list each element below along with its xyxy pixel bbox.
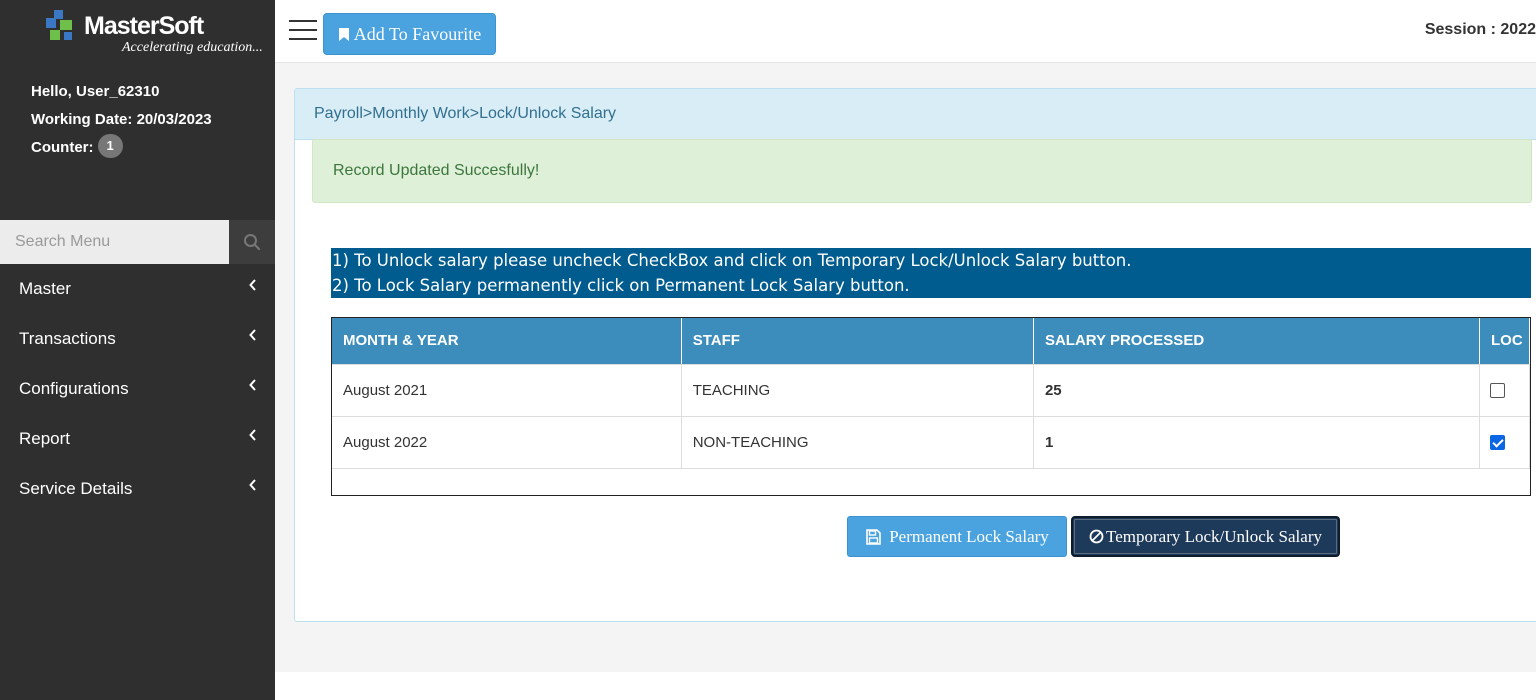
search-button[interactable] <box>229 220 275 264</box>
permanent-lock-salary-button[interactable]: Permanent Lock Salary <box>847 516 1067 557</box>
column-header-salary-processed: SALARY PROCESSED <box>1033 318 1481 365</box>
sidebar-item-label: Report <box>19 429 71 448</box>
cell-salary-processed: 1 <box>1033 416 1481 469</box>
instruction-line-2: 2) To Lock Salary permanently click on P… <box>332 276 910 295</box>
counter-label: Counter: <box>31 139 94 156</box>
counter-row: Counter: 1 <box>31 134 212 162</box>
temporary-lock-label: Temporary Lock/Unlock Salary <box>1106 526 1322 546</box>
salary-table-container: MONTH & YEAR STAFF SALARY PROCESSED LOC … <box>331 317 1531 496</box>
bookmark-icon <box>338 27 349 41</box>
table-row: August 2021 TEACHING 25 <box>332 364 1530 417</box>
cell-staff: NON-TEACHING <box>681 416 1034 469</box>
sidebar-item-label: Master <box>19 279 71 298</box>
chevron-left-icon <box>249 279 256 291</box>
success-alert: Record Updated Succesfully! <box>312 139 1532 203</box>
column-header-month-year: MONTH & YEAR <box>332 318 682 365</box>
cell-staff: TEACHING <box>681 364 1034 417</box>
sidebar: MasterSoft Accelerating education... Hel… <box>0 0 275 700</box>
temporary-lock-unlock-button[interactable]: Temporary Lock/Unlock Salary <box>1071 516 1340 557</box>
save-icon <box>866 528 882 545</box>
brand-tagline: Accelerating education... <box>122 40 263 55</box>
session-info: Session : 2022 <box>1424 21 1536 38</box>
counter-badge: 1 <box>97 134 123 159</box>
chevron-left-icon <box>249 379 256 391</box>
chevron-left-icon <box>249 479 256 491</box>
sidebar-item-label: Service Details <box>19 479 133 498</box>
salary-table: MONTH & YEAR STAFF SALARY PROCESSED LOC … <box>332 318 1530 469</box>
cell-salary-processed: 25 <box>1033 364 1481 417</box>
chevron-left-icon <box>249 329 256 341</box>
add-to-favourite-button[interactable]: Add To Favourite <box>323 13 496 55</box>
sidebar-item-master[interactable]: Master <box>0 264 275 314</box>
user-greeting: Hello, User_62310 <box>31 83 160 100</box>
working-date: Working Date: 20/03/2023 <box>31 111 212 128</box>
brand-logo[interactable]: MasterSoft Accelerating education... <box>42 8 263 60</box>
search-icon <box>244 234 261 251</box>
main-content: Payroll>Monthly Work>Lock/Unlock Salary … <box>275 63 1536 672</box>
breadcrumb: Payroll>Monthly Work>Lock/Unlock Salary <box>295 89 1536 140</box>
lock-checkbox[interactable] <box>1490 435 1505 451</box>
instructions-notice: 1) To Unlock salary please uncheck Check… <box>331 248 1531 298</box>
menu-search <box>0 220 275 264</box>
instruction-line-1: 1) To Unlock salary please uncheck Check… <box>332 251 1132 270</box>
sidebar-item-label: Configurations <box>19 379 129 398</box>
lock-checkbox[interactable] <box>1490 383 1505 399</box>
mastersoft-logo-icon <box>46 10 72 40</box>
sidebar-item-transactions[interactable]: Transactions <box>0 314 275 364</box>
footer-strip <box>275 672 1536 700</box>
search-input[interactable] <box>0 220 229 264</box>
permanent-lock-label: Permanent Lock Salary <box>889 526 1049 546</box>
sidebar-item-label: Transactions <box>19 329 116 348</box>
brand-name: MasterSoft <box>84 12 204 40</box>
chevron-left-icon <box>249 429 256 441</box>
cell-lock <box>1479 416 1530 469</box>
table-row: August 2022 NON-TEACHING 1 <box>332 416 1530 469</box>
sidebar-item-configurations[interactable]: Configurations <box>0 364 275 414</box>
cell-month-year: August 2022 <box>332 416 682 469</box>
ban-icon <box>1089 529 1104 544</box>
table-header-row: MONTH & YEAR STAFF SALARY PROCESSED LOC <box>332 318 1530 365</box>
cell-lock <box>1479 364 1530 417</box>
top-bar: Add To Favourite Session : 2022 <box>275 0 1536 63</box>
sidebar-menu: Master Transactions Configurations Repor… <box>0 264 275 514</box>
sidebar-item-service-details[interactable]: Service Details <box>0 464 275 514</box>
sidebar-item-report[interactable]: Report <box>0 414 275 464</box>
menu-toggle-icon[interactable] <box>289 20 317 42</box>
column-header-staff: STAFF <box>681 318 1034 365</box>
add-to-favourite-label: Add To Favourite <box>353 23 482 44</box>
user-info: Hello, User_62310 Working Date: 20/03/20… <box>31 78 212 162</box>
column-header-lock: LOC <box>1479 318 1530 365</box>
cell-month-year: August 2021 <box>332 364 682 417</box>
